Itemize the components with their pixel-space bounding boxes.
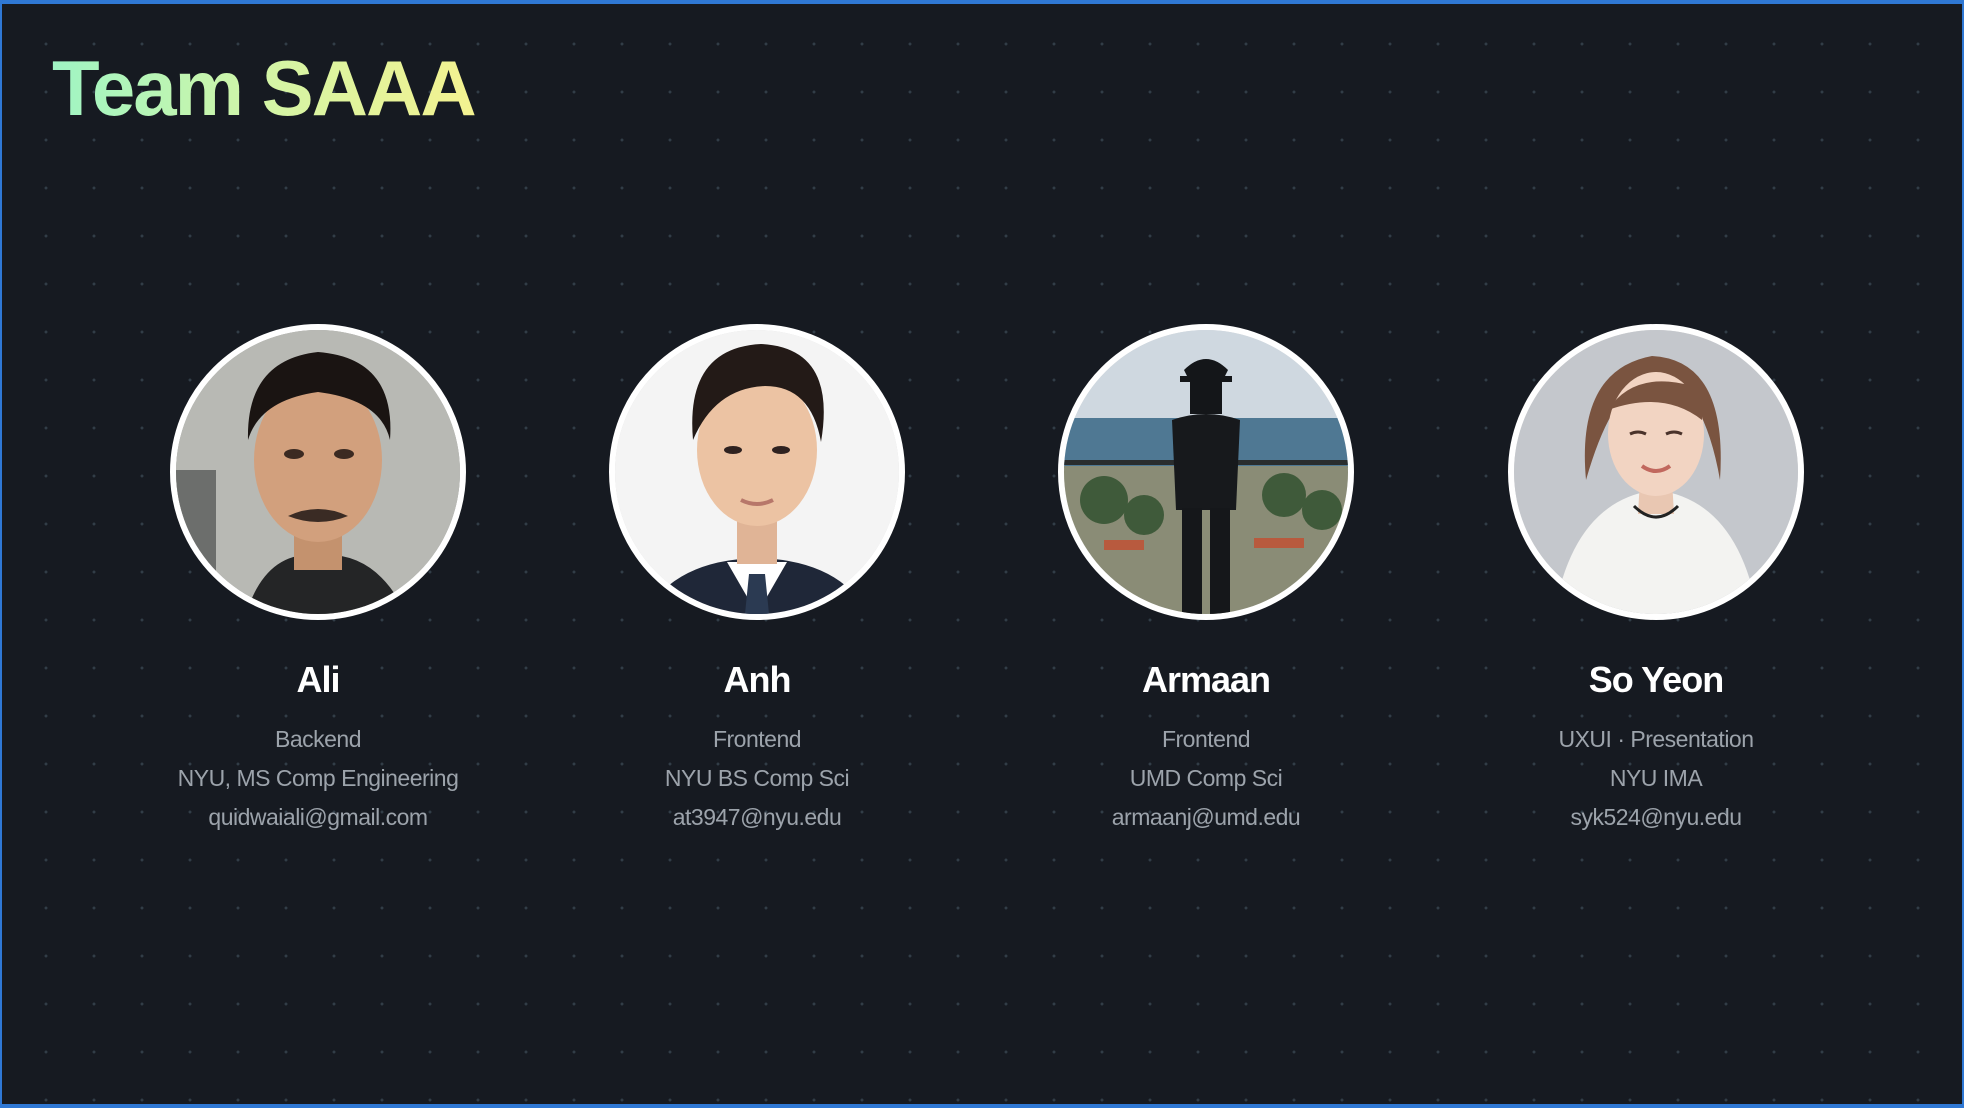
team-member-card: Ali Backend NYU, MS Comp Engineering qui…	[168, 324, 468, 837]
member-role: Frontend	[1161, 726, 1251, 752]
slide: Team SAAA Ali Backend NYU, MS Comp Engin…	[0, 0, 1964, 1108]
page-title: Team SAAA	[52, 40, 477, 136]
member-email: quidwaiali@gmail.com	[208, 804, 428, 830]
member-school: NYU IMA	[1609, 765, 1703, 791]
avatar	[609, 324, 905, 620]
member-school: UMD Comp Sci	[1129, 765, 1283, 791]
member-role: UXUI · Presentation	[1558, 726, 1754, 752]
member-info: Backend NYU, MS Comp Engineering quidwai…	[168, 720, 468, 837]
member-email: armaanj@umd.edu	[1111, 804, 1301, 830]
avatar	[170, 324, 466, 620]
member-info: Frontend NYU BS Comp Sci at3947@nyu.edu	[607, 720, 907, 837]
member-role: Backend	[274, 726, 362, 752]
member-email: syk524@nyu.edu	[1570, 804, 1742, 830]
member-info: UXUI · Presentation NYU IMA syk524@nyu.e…	[1506, 720, 1806, 837]
member-info: Frontend UMD Comp Sci armaanj@umd.edu	[1056, 720, 1356, 837]
member-school: NYU, MS Comp Engineering	[177, 765, 459, 791]
person-portrait-photo	[1514, 330, 1798, 614]
team-member-card: Armaan Frontend UMD Comp Sci armaanj@umd…	[1056, 324, 1356, 837]
team-member-card: So Yeon UXUI · Presentation NYU IMA syk5…	[1506, 324, 1806, 837]
member-name: So Yeon	[1588, 659, 1724, 700]
person-portrait-photo	[615, 330, 899, 614]
team-member-card: Anh Frontend NYU BS Comp Sci at3947@nyu.…	[607, 324, 907, 837]
person-portrait-photo	[176, 330, 460, 614]
member-role: Frontend	[712, 726, 802, 752]
member-school: NYU BS Comp Sci	[664, 765, 850, 791]
avatar	[1058, 324, 1354, 620]
beach-silhouette-photo	[1064, 330, 1348, 614]
member-name: Armaan	[1141, 659, 1271, 700]
member-name: Ali	[296, 659, 340, 700]
member-email: at3947@nyu.edu	[672, 804, 842, 830]
member-name: Anh	[723, 659, 792, 700]
avatar	[1508, 324, 1804, 620]
